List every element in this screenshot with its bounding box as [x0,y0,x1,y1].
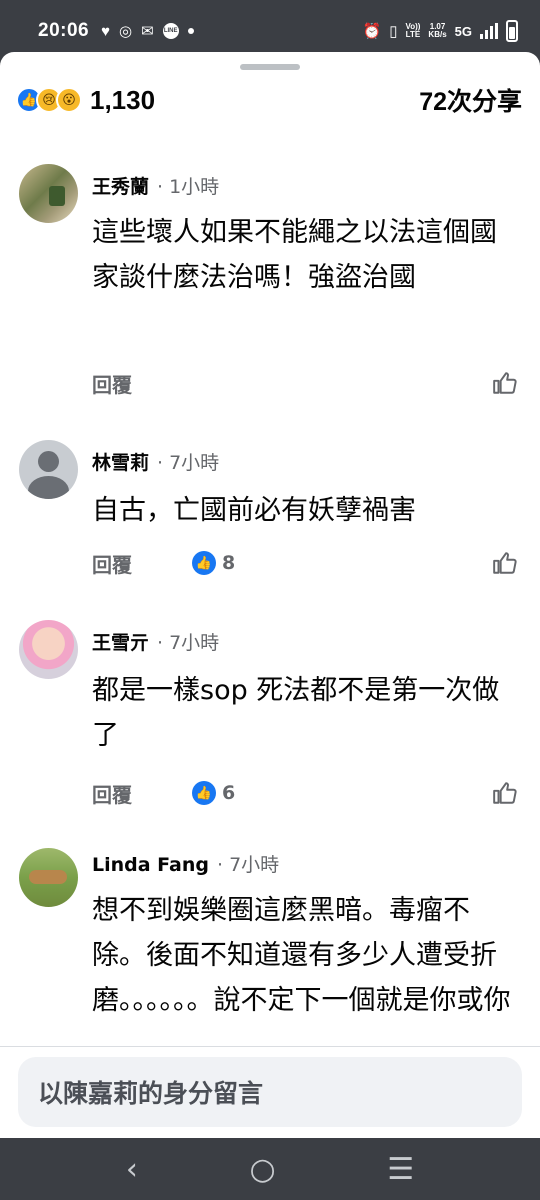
like-reaction-icon: 👍 [192,551,216,575]
comment-time: · 1小時 [157,176,220,198]
home-icon[interactable]: ○ [249,1152,275,1187]
comment-text: 想不到娛樂圈這麼黑暗。毒瘤不除。後面不知道還有多少人遭受折磨。。。。。。說不定下… [92,895,511,1016]
heart-icon: ♥ [101,22,111,40]
chrome-icon: ◎ [119,22,133,40]
mail-icon: ✉ [141,22,154,40]
comment-text: 這些壞人如果不能繩之以法這個國家談什麼法治嗎￼！強盜治國 [92,217,497,293]
comment-likes[interactable]: 👍 6 [192,781,235,805]
comment-header: Linda Fang · 7小時 [92,850,279,877]
comment-header: 林雪莉 · 7小時 [92,448,219,475]
comment-text: 自古，亡國前必有妖孽禍害 [92,495,416,526]
comment-time: · 7小時 [157,452,220,474]
alarm-icon: ⏰ [362,22,382,40]
back-icon[interactable]: ‹ [126,1152,138,1187]
share-count[interactable]: 72次分享 [419,82,522,118]
comment-input[interactable]: 以陳嘉莉的身分留言 [18,1057,522,1127]
recents-icon[interactable]: ☰ [387,1152,414,1187]
battery-icon [506,20,518,42]
comment-actions: 回覆 [92,368,518,398]
like-count: 8 [222,552,236,574]
commenter-name[interactable]: 林雪莉 [92,448,149,475]
comment-header: 王雪亓 · 7小時 [92,628,219,655]
avatar[interactable] [19,848,78,907]
wow-reaction-icon: 😮 [56,87,82,113]
vibrate-icon: ▯ [389,22,398,40]
comment-time: · 7小時 [217,854,280,876]
comment-actions: 回覆 👍 6 [92,778,518,808]
like-count: 6 [222,782,236,804]
comment-time: · 7小時 [157,632,220,654]
reply-button[interactable]: 回覆 [92,549,132,578]
reply-button[interactable]: 回覆 [92,779,132,808]
volte-indicator: Vo)) LTE [405,23,420,39]
network-type: 5G [454,23,472,39]
like-reaction-icon: 👍 [192,781,216,805]
system-icons: ⏰ ▯ Vo)) LTE 1.07 KB/s 5G [362,20,518,42]
like-icon[interactable] [492,550,518,576]
reaction-count: 1,130 [90,84,156,115]
comment-actions: 回覆 👍 8 [92,548,518,578]
avatar[interactable] [19,440,78,499]
like-icon[interactable] [492,780,518,806]
comment-likes[interactable]: 👍 8 [192,551,235,575]
more-notifications-icon [187,28,194,34]
comment-header: 王秀蘭 · 1小時 [92,172,219,199]
reactions-summary[interactable]: 👍 😢 😮 1,130 72次分享 [16,82,522,118]
reaction-icons: 👍 😢 😮 [16,87,82,113]
reply-button[interactable]: 回覆 [92,369,132,398]
avatar[interactable] [19,620,78,679]
status-time: 20:06 [38,20,90,41]
notification-icons: ♥ ◎ ✉ LINE [101,23,194,39]
like-icon[interactable] [492,370,518,396]
signal-icon [480,23,498,39]
comment-text: 都是一樣sop 死法都不是第一次做了 [92,675,500,751]
comments-sheet: 👍 😢 😮 1,130 72次分享 王秀蘭 · 1小時 這些壞人如果不能繩之以法… [0,52,540,1137]
line-app-icon: LINE [162,23,179,39]
avatar[interactable] [19,164,78,223]
network-speed: 1.07 KB/s [428,23,446,39]
commenter-name[interactable]: 王雪亓 [92,628,149,655]
drag-handle[interactable] [240,64,300,70]
system-nav-bar: ‹ ○ ☰ [0,1138,540,1200]
commenter-name[interactable]: Linda Fang [92,854,209,876]
volte-bottom: LTE [405,30,421,39]
speed-unit: KB/s [428,30,447,39]
commenter-name[interactable]: 王秀蘭 [92,172,149,199]
